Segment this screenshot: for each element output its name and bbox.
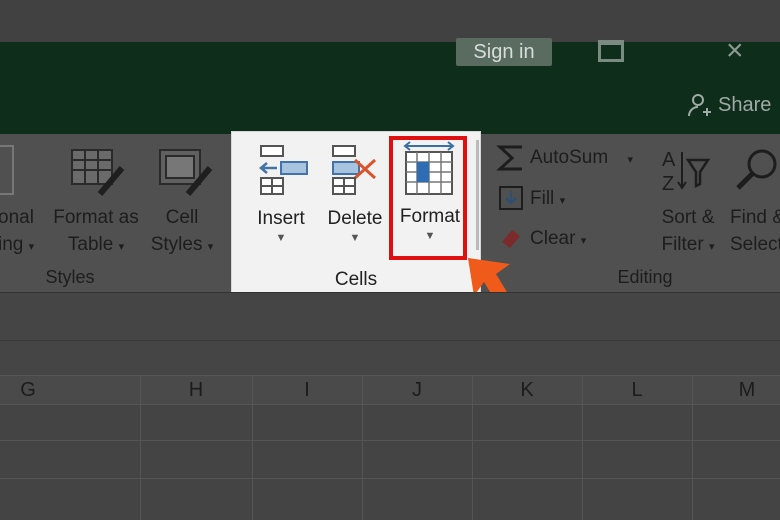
find-select-button[interactable]: Find & Select xyxy=(730,204,780,258)
delete-label: Delete xyxy=(327,208,383,229)
conditional-formatting-icon xyxy=(0,145,14,195)
sigma-icon xyxy=(496,145,522,171)
format-as-table-button[interactable]: Format as Table ▾ xyxy=(48,204,144,261)
conditional-formatting-label[interactable]: onal ing ▾ xyxy=(0,204,42,261)
dropdown-caret-icon: ▾ xyxy=(559,195,566,207)
grid-line xyxy=(472,375,473,520)
dropdown-caret-icon: ▾ xyxy=(708,241,715,253)
column-header-g[interactable]: G xyxy=(0,375,56,405)
insert-label: Insert xyxy=(257,208,305,229)
sort-filter-text: Filter xyxy=(661,234,704,255)
column-header-m[interactable]: M xyxy=(692,375,780,405)
delete-cells-icon xyxy=(332,145,377,195)
insert-button[interactable]: Insert ▼ xyxy=(248,144,314,244)
dropdown-caret-icon: ▾ xyxy=(580,235,587,247)
conditional-formatting-text: ing xyxy=(0,234,24,255)
styles-group-label: Styles xyxy=(45,267,95,287)
format-as-table-label-bottom: Table ▾ xyxy=(48,231,144,261)
cell-styles-button[interactable]: Cell Styles ▾ xyxy=(144,204,220,261)
sort-filter-label-bottom: Filter ▾ xyxy=(650,231,726,261)
close-window-icon[interactable]: × xyxy=(726,36,744,66)
conditional-formatting-label-top: onal xyxy=(0,207,34,228)
title-bar xyxy=(0,42,780,134)
insert-cells-icon xyxy=(259,145,308,195)
dropdown-caret-icon: ▾ xyxy=(118,241,125,253)
grid-line xyxy=(0,440,780,441)
grid-line xyxy=(140,375,141,520)
grid-line xyxy=(582,375,583,520)
fill-button[interactable]: Fill ▾ xyxy=(530,185,565,215)
window-top-strip xyxy=(0,0,780,42)
dropdown-caret-icon: ▾ xyxy=(207,241,214,253)
restore-window-icon[interactable] xyxy=(598,40,624,62)
cell-grid[interactable] xyxy=(0,405,780,520)
autosum-label: AutoSum xyxy=(530,147,609,168)
cell-styles-label-top: Cell xyxy=(165,207,199,228)
autosum-button[interactable]: AutoSum ▾ xyxy=(530,144,633,174)
dropdown-caret-icon: ▼ xyxy=(275,232,287,244)
column-header-h[interactable]: H xyxy=(140,375,252,405)
column-header-i[interactable]: I xyxy=(252,375,362,405)
table-format-icon xyxy=(71,149,125,196)
sort-filter-label-top: Sort & xyxy=(661,207,715,228)
magnifier-icon xyxy=(736,149,777,190)
formula-bar-area xyxy=(0,292,780,378)
share-label: Share xyxy=(718,93,772,116)
sort-filter-button[interactable]: Sort & Filter ▾ xyxy=(650,204,726,261)
share-icon xyxy=(688,94,711,117)
cell-styles-label-bottom: Styles ▾ xyxy=(144,231,220,261)
grid-line xyxy=(252,375,253,520)
format-as-table-text: Table xyxy=(67,234,114,255)
conditional-formatting-label-bottom: ing ▾ xyxy=(0,231,42,261)
column-header-k[interactable]: K xyxy=(472,375,582,405)
format-as-table-label-top: Format as xyxy=(53,207,139,228)
format-highlight-box xyxy=(389,136,467,260)
editing-group-label: Editing xyxy=(617,267,673,287)
fill-icon xyxy=(499,186,523,210)
column-header-l[interactable]: L xyxy=(582,375,692,405)
dropdown-caret-icon: ▾ xyxy=(28,241,35,253)
grid-line xyxy=(0,478,780,479)
clear-button[interactable]: Clear ▾ xyxy=(530,225,586,255)
dropdown-caret-icon: ▼ xyxy=(349,232,361,244)
group-divider xyxy=(476,140,479,250)
eraser-icon xyxy=(502,230,520,248)
grid-line xyxy=(692,375,693,520)
delete-button[interactable]: Delete ▼ xyxy=(320,144,390,244)
find-select-label-bottom: Select xyxy=(730,234,780,255)
sign-in-button[interactable]: Sign in xyxy=(456,38,552,66)
svg-text:Z: Z xyxy=(662,173,674,195)
cell-styles-text: Styles xyxy=(150,234,203,255)
column-header-j[interactable]: J xyxy=(362,375,472,405)
share-button[interactable]: Share xyxy=(686,92,771,118)
cells-group-label: Cells xyxy=(334,269,378,290)
grid-line xyxy=(362,375,363,520)
cell-styles-icon xyxy=(159,149,213,196)
sort-filter-icon: A Z xyxy=(662,149,710,195)
fill-label: Fill xyxy=(530,188,555,209)
svg-text:A: A xyxy=(662,149,676,171)
find-select-label-top: Find & xyxy=(730,207,780,228)
dropdown-caret-icon: ▾ xyxy=(627,154,633,166)
clear-label: Clear xyxy=(530,228,576,249)
divider xyxy=(0,340,780,341)
